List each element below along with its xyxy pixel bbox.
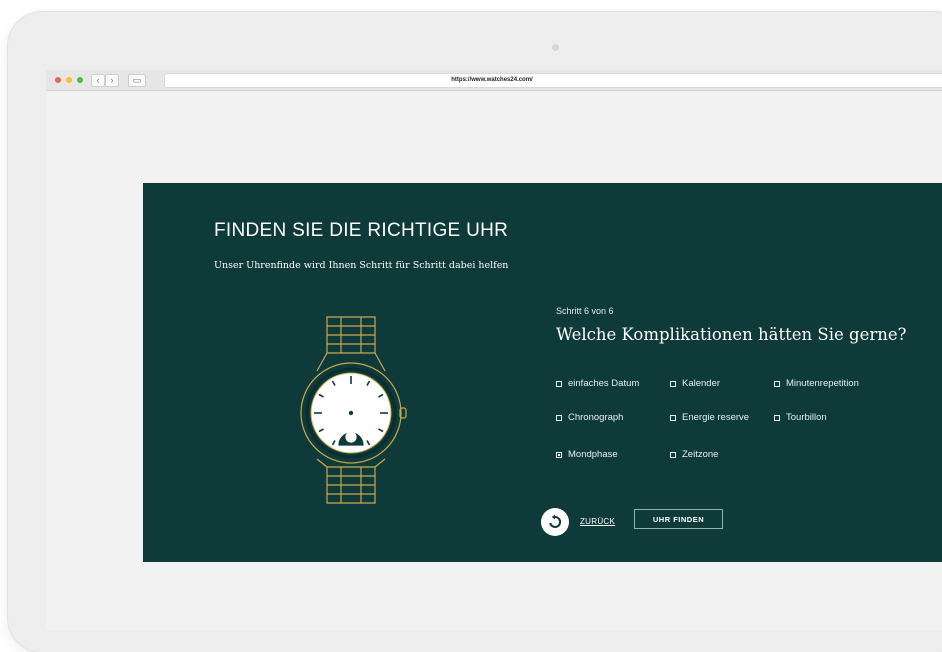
browser-toolbar: ‹ › ▭ https://www.watches24.com/	[46, 70, 942, 91]
find-watch-button[interactable]: UHR FINDEN	[634, 509, 723, 529]
option-zeitzone[interactable]: Zeitzone	[670, 449, 718, 460]
checkbox[interactable]	[670, 451, 676, 458]
option-mondphase[interactable]: Mondphase	[556, 449, 618, 460]
forward-arrow-icon[interactable]: ›	[105, 74, 119, 87]
sidebar-icon[interactable]: ▭	[128, 74, 146, 87]
option-label: einfaches Datum	[568, 378, 640, 389]
reset-arrow-glyph	[549, 514, 562, 528]
option-energie-reserve[interactable]: Energie reserve	[670, 412, 749, 423]
page-subtitle: Unser Uhrenfinde wird Ihnen Schritt für …	[214, 260, 509, 271]
checkbox[interactable]	[556, 380, 562, 387]
checkbox[interactable]	[670, 380, 676, 387]
question-heading: Welche Komplikationen hätten Sie gerne?	[556, 325, 907, 344]
checkbox-checked[interactable]	[556, 451, 562, 458]
close-window-button[interactable]	[55, 77, 61, 83]
option-kalender[interactable]: Kalender	[670, 378, 720, 389]
checkbox[interactable]	[774, 380, 780, 387]
step-indicator: Schritt 6 von 6	[556, 306, 614, 316]
checkbox[interactable]	[774, 414, 780, 421]
page-title: FINDEN SIE DIE RICHTIGE UHR	[214, 220, 509, 241]
option-label: Chronograph	[568, 412, 624, 423]
option-einfaches-datum[interactable]: einfaches Datum	[556, 378, 639, 389]
option-label: Minutenrepetition	[786, 378, 859, 389]
address-bar[interactable]: https://www.watches24.com/	[164, 73, 942, 88]
reset-icon[interactable]	[541, 508, 569, 536]
checkbox[interactable]	[670, 414, 676, 421]
option-label: Energie reserve	[682, 412, 750, 423]
watch-finder-panel: FINDEN SIE DIE RICHTIGE UHR Unser Uhrenf…	[143, 183, 942, 562]
option-label: Zeitzone	[682, 449, 719, 460]
watch-illustration	[300, 316, 407, 504]
url-text: https://www.watches24.com/	[451, 77, 533, 83]
camera-dot	[552, 44, 559, 51]
maximize-window-button[interactable]	[77, 77, 83, 83]
browser-window: ‹ › ▭ https://www.watches24.com/ FINDEN …	[46, 70, 942, 630]
option-label: Tourbillon	[786, 412, 827, 423]
minimize-window-button[interactable]	[66, 77, 72, 83]
back-arrow-icon[interactable]: ‹	[91, 74, 105, 87]
option-tourbillon[interactable]: Tourbillon	[774, 412, 827, 423]
checkbox[interactable]	[556, 414, 562, 421]
option-chronograph[interactable]: Chronograph	[556, 412, 623, 423]
option-label: Mondphase	[568, 449, 618, 460]
back-link[interactable]: ZURÜCK	[580, 517, 615, 526]
laptop-frame: ‹ › ▭ https://www.watches24.com/ FINDEN …	[8, 12, 942, 652]
option-minutenrepetition[interactable]: Minutenrepetition	[774, 378, 859, 389]
option-label: Kalender	[682, 378, 721, 389]
